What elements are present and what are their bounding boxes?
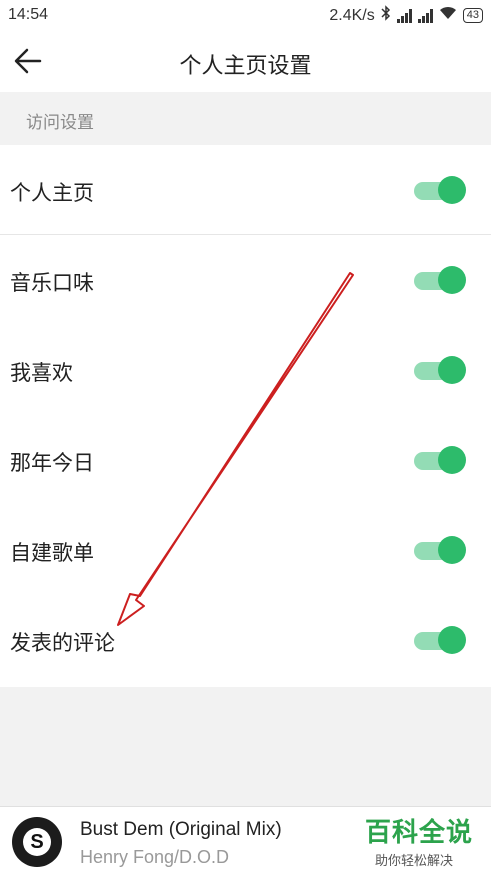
- bluetooth-icon: [381, 5, 391, 26]
- network-speed: 2.4K/s: [329, 6, 375, 24]
- profile-toggle[interactable]: [414, 176, 466, 204]
- setting-row-on-this-day[interactable]: 那年今日: [0, 415, 491, 505]
- music-taste-toggle[interactable]: [414, 266, 466, 294]
- settings-list: 个人主页 音乐口味 我喜欢 那年今日 自建歌单 发表的评论: [0, 145, 491, 687]
- battery-icon: 43: [462, 8, 483, 23]
- likes-toggle[interactable]: [414, 356, 466, 384]
- setting-row-likes[interactable]: 我喜欢: [0, 325, 491, 415]
- setting-row-posted-comments[interactable]: 发表的评论: [0, 595, 491, 685]
- status-icons: 2.4K/s 43: [329, 5, 483, 26]
- setting-label: 那年今日: [10, 451, 94, 475]
- on-this-day-toggle[interactable]: [414, 446, 466, 474]
- album-logo: S: [23, 828, 51, 856]
- setting-row-profile[interactable]: 个人主页: [0, 145, 491, 235]
- setting-label: 个人主页: [10, 181, 94, 205]
- watermark-subtitle: 助你轻松解决: [375, 854, 454, 869]
- status-bar: 14:54 2.4K/s 43: [0, 0, 491, 30]
- setting-label: 自建歌单: [10, 541, 94, 565]
- wifi-icon: [439, 6, 457, 25]
- song-title: Bust Dem (Original Mix): [80, 819, 282, 840]
- section-header: 访问设置: [0, 92, 491, 145]
- watermark-logo: 百科全说 助你轻松解决: [365, 812, 485, 872]
- signal-icon-2: [417, 8, 433, 23]
- setting-label: 音乐口味: [10, 271, 94, 295]
- posted-comments-toggle[interactable]: [414, 626, 466, 654]
- page-title: 个人主页设置: [179, 54, 312, 79]
- setting-row-created-playlists[interactable]: 自建歌单: [0, 505, 491, 595]
- top-bar: 个人主页设置: [0, 30, 491, 92]
- section-title: 访问设置: [26, 113, 94, 133]
- created-playlists-toggle[interactable]: [414, 536, 466, 564]
- setting-label: 发表的评论: [10, 631, 115, 655]
- setting-label: 我喜欢: [10, 361, 73, 385]
- setting-row-music-taste[interactable]: 音乐口味: [0, 235, 491, 325]
- signal-icon: [396, 8, 412, 23]
- watermark-title: 百科全说: [365, 818, 474, 848]
- album-cover[interactable]: S: [12, 817, 62, 867]
- status-time: 14:54: [8, 6, 49, 23]
- song-artist: Henry Fong/D.O.D: [80, 847, 230, 867]
